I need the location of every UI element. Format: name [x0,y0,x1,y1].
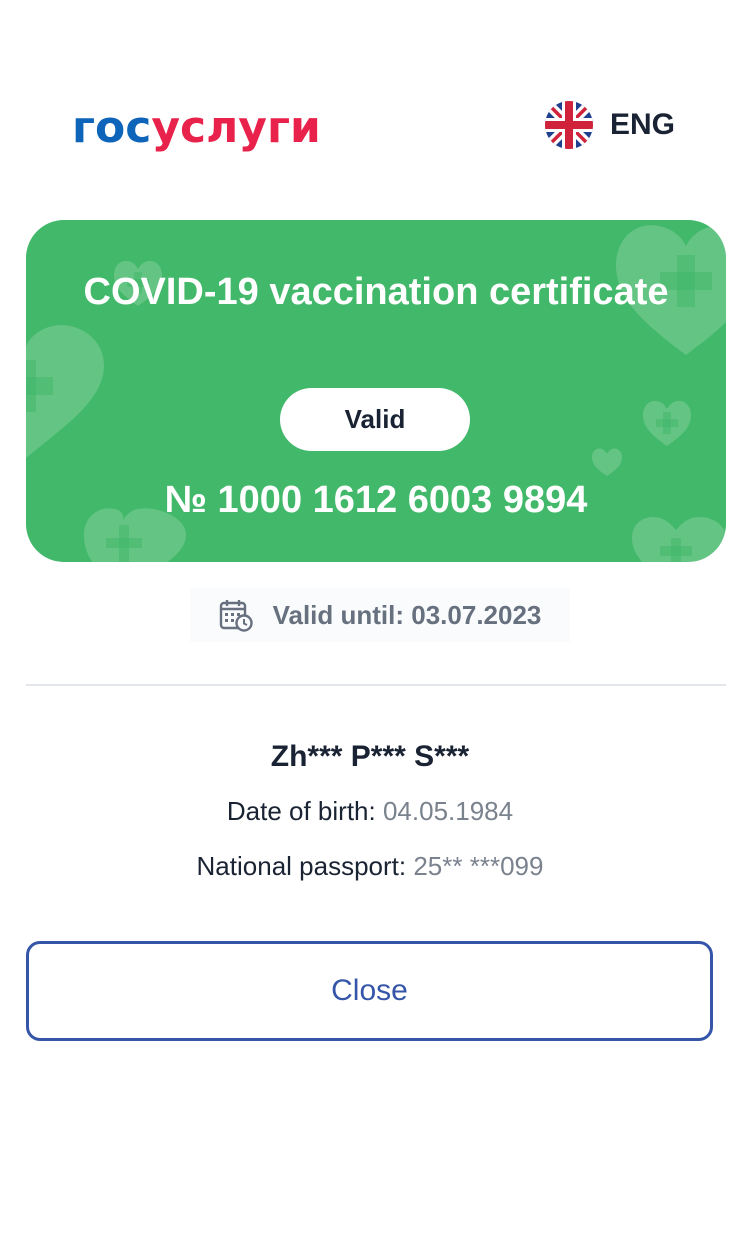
status-badge: Valid [280,388,470,451]
certificate-card: COVID-19 vaccination certificate Valid №… [26,220,726,562]
logo-part-gos: гос [72,102,152,153]
date-of-birth-row: Date of birth: 04.05.1984 [0,796,740,827]
passport-value: 25** ***099 [413,851,544,881]
divider [26,684,726,686]
uk-flag-icon [545,101,593,149]
language-label: ENG [610,108,676,141]
person-name: Zh*** P*** S*** [270,740,470,773]
certificate-page: госуслуги ENG COVID-19 vaccination certi… [0,0,750,1246]
dob-label: Date of birth: [226,796,376,826]
dob-value: 04.05.1984 [382,796,514,826]
close-button[interactable]: Close [26,941,713,1041]
calendar-clock-icon [219,600,253,632]
certificate-title: COVID-19 vaccination certificate [83,271,669,313]
passport-row: National passport: 25** ***099 [0,851,740,882]
language-switcher[interactable]: ENG [544,100,675,150]
validity-row: Valid until: 03.07.2023 [190,588,570,642]
valid-until-text: Valid until: 03.07.2023 [272,599,542,630]
gosuslugi-logo: госуслуги [72,98,321,158]
certificate-number: № 1000 1612 6003 9894 [164,479,588,521]
passport-label: National passport: [196,851,407,881]
logo-part-uslugi: услуги [151,102,321,153]
